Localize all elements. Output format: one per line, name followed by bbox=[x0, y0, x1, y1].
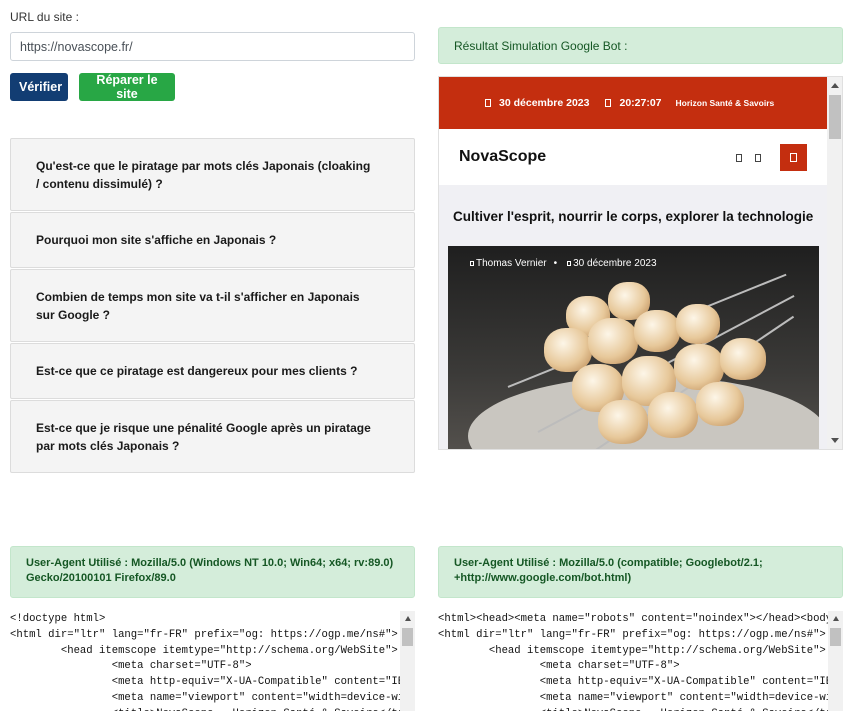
calendar-icon bbox=[485, 99, 491, 107]
faq-item-penalty[interactable]: Est-ce que je risque une pénalité Google… bbox=[10, 400, 415, 473]
marshmallow bbox=[588, 318, 638, 364]
post-author[interactable]: Thomas Vernier bbox=[476, 258, 547, 269]
source-code-googlebot-text: <html><head><meta name="robots" content=… bbox=[438, 613, 843, 711]
site-time: 20:27:07 bbox=[619, 97, 662, 109]
separator: • bbox=[553, 258, 558, 269]
marshmallow bbox=[648, 392, 698, 438]
post-date: 30 décembre 2023 bbox=[573, 258, 657, 269]
user-agent-browser: User-Agent Utilisé : Mozilla/5.0 (Window… bbox=[10, 546, 415, 598]
faq-item-why-japanese[interactable]: Pourquoi mon site s'affiche en Japonais … bbox=[10, 212, 415, 268]
author-icon bbox=[470, 261, 474, 266]
code-scrollbar[interactable] bbox=[400, 611, 415, 711]
marshmallow bbox=[720, 338, 766, 380]
site-topbar: 30 décembre 2023 20:27:07 Horizon Santé … bbox=[439, 77, 827, 129]
googlebot-preview-frame[interactable]: 30 décembre 2023 20:27:07 Horizon Santé … bbox=[438, 76, 843, 450]
site-tagline: Cultiver l'esprit, nourrir le corps, exp… bbox=[453, 209, 814, 224]
site-date: 30 décembre 2023 bbox=[499, 97, 590, 109]
code-scrollbar-thumb[interactable] bbox=[830, 628, 841, 646]
faq-item-duration[interactable]: Combien de temps mon site va t-il s'affi… bbox=[10, 269, 415, 342]
site-brand: Horizon Santé & Savoirs bbox=[675, 98, 775, 108]
source-code-googlebot[interactable]: <html><head><meta name="robots" content=… bbox=[438, 611, 843, 711]
site-logo[interactable]: NovaScope bbox=[459, 148, 546, 166]
faq-item-danger[interactable]: Est-ce que ce piratage est dangereux pou… bbox=[10, 343, 415, 399]
scroll-up-icon[interactable] bbox=[833, 616, 839, 621]
site-navbar: NovaScope bbox=[439, 129, 827, 185]
marshmallow bbox=[696, 382, 744, 426]
faq-item-cloaking[interactable]: Qu'est-ce que le piratage par mots clés … bbox=[10, 138, 415, 211]
post-meta: Thomas Vernier • 30 décembre 2023 bbox=[470, 258, 657, 269]
source-code-browser-text: <!doctype html> <html dir="ltr" lang="fr… bbox=[10, 613, 415, 711]
marshmallow bbox=[676, 304, 720, 344]
menu-icon bbox=[790, 153, 797, 162]
marshmallow bbox=[634, 310, 680, 352]
url-label: URL du site : bbox=[10, 10, 79, 24]
calendar-icon bbox=[567, 261, 572, 266]
repair-site-button[interactable]: Réparer le site bbox=[79, 73, 175, 101]
result-header: Résultat Simulation Google Bot : bbox=[438, 27, 843, 64]
user-agent-googlebot: User-Agent Utilisé : Mozilla/5.0 (compat… bbox=[438, 546, 843, 598]
clock-icon bbox=[605, 99, 612, 107]
scroll-up-icon[interactable] bbox=[405, 616, 411, 621]
hero-image[interactable]: Thomas Vernier • 30 décembre 2023 bbox=[448, 246, 819, 449]
code-scrollbar-thumb[interactable] bbox=[402, 628, 413, 646]
menu-button[interactable] bbox=[780, 144, 807, 171]
scroll-up-icon[interactable] bbox=[831, 83, 839, 88]
code-scrollbar[interactable] bbox=[828, 611, 843, 711]
frame-scrollbar-thumb[interactable] bbox=[829, 95, 841, 139]
source-code-browser[interactable]: <!doctype html> <html dir="ltr" lang="fr… bbox=[10, 611, 415, 711]
scroll-down-icon[interactable] bbox=[831, 438, 839, 443]
url-input[interactable] bbox=[10, 32, 415, 61]
marshmallow bbox=[598, 400, 648, 444]
verify-button[interactable]: Vérifier bbox=[10, 73, 68, 101]
user-icon[interactable] bbox=[755, 154, 761, 162]
search-icon[interactable] bbox=[736, 154, 742, 162]
